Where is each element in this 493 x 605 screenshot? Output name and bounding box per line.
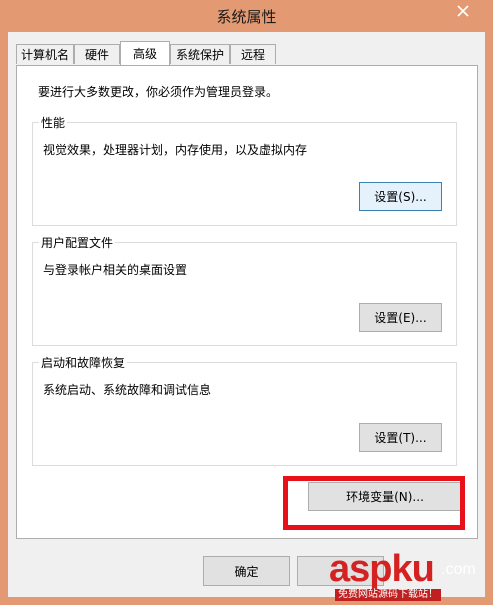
watermark-brand: aspku <box>329 548 435 590</box>
tab-remote[interactable]: 远程 <box>230 44 276 64</box>
tab-hardware[interactable]: 硬件 <box>74 44 120 64</box>
highlight-box <box>283 476 465 530</box>
user-profiles-settings-button[interactable]: 设置(E)... <box>359 303 442 332</box>
watermark-logo: aspku .com 免费网站源码下载站！ <box>329 549 489 601</box>
watermark-domain: .com <box>441 561 476 578</box>
admin-notice: 要进行大多数更改，你必须作为管理员登录。 <box>38 85 279 99</box>
user-profiles-group: 用户配置文件 与登录帐户相关的桌面设置 设置(E)... <box>32 234 457 346</box>
close-button[interactable] <box>441 0 485 22</box>
startup-recovery-settings-button[interactable]: 设置(T)... <box>359 423 442 452</box>
advanced-tab-panel: 要进行大多数更改，你必须作为管理员登录。 性能 视觉效果，处理器计划，内存使用，… <box>16 65 478 539</box>
startup-recovery-group: 启动和故障恢复 系统启动、系统故障和调试信息 设置(T)... <box>32 354 457 466</box>
window-title: 系统属性 <box>216 8 277 26</box>
tab-advanced[interactable]: 高级 <box>120 41 170 65</box>
user-profiles-description: 与登录帐户相关的桌面设置 <box>43 263 188 277</box>
performance-settings-button[interactable]: 设置(S)... <box>359 182 442 211</box>
close-icon <box>457 5 469 17</box>
startup-recovery-description: 系统启动、系统故障和调试信息 <box>43 383 212 397</box>
tab-system-protection[interactable]: 系统保护 <box>170 44 230 64</box>
performance-group: 性能 视觉效果，处理器计划，内存使用，以及虚拟内存 设置(S)... <box>32 114 457 226</box>
startup-recovery-group-title: 启动和故障恢复 <box>39 354 128 371</box>
system-properties-window: 系统属性 计算机名 硬件 高级 系统保护 远程 要进行大多数更改，你必须作为管理… <box>0 0 493 605</box>
ok-button[interactable]: 确定 <box>203 556 290 586</box>
tab-computer-name[interactable]: 计算机名 <box>16 44 74 64</box>
watermark-tagline: 免费网站源码下载站！ <box>335 589 441 601</box>
performance-group-title: 性能 <box>39 114 68 131</box>
title-bar[interactable]: 系统属性 <box>0 0 493 32</box>
performance-description: 视觉效果，处理器计划，内存使用，以及虚拟内存 <box>43 143 308 157</box>
user-profiles-group-title: 用户配置文件 <box>39 234 116 251</box>
